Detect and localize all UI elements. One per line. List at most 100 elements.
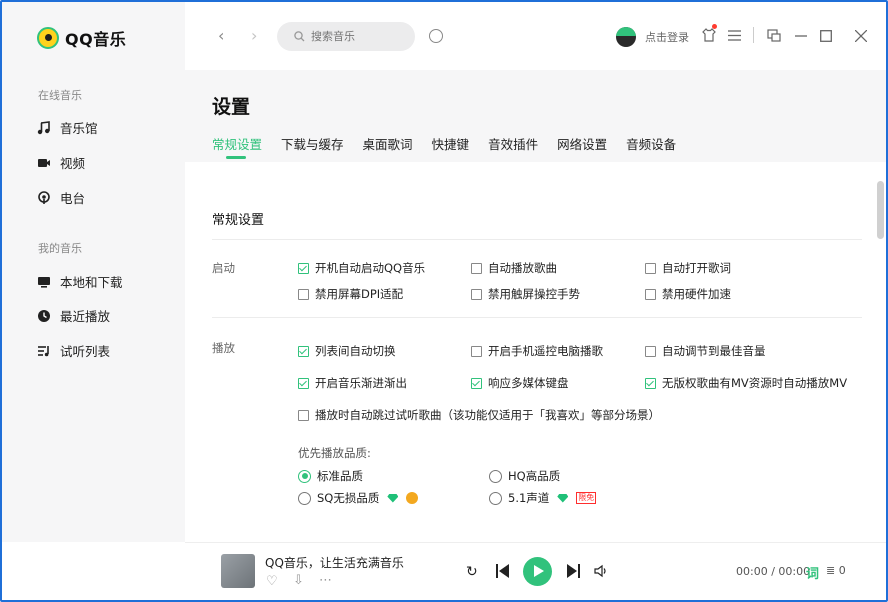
- clock-icon: [38, 309, 50, 322]
- option-auto-play[interactable]: 自动播放歌曲: [471, 260, 557, 276]
- heart-icon[interactable]: ♡: [266, 575, 278, 589]
- sidebar-item-local-download[interactable]: 本地和下载: [37, 272, 123, 291]
- option-label: 开启音乐渐进渐出: [315, 376, 407, 390]
- search-input[interactable]: [311, 30, 406, 43]
- play-queue-button[interactable]: ≣ 0: [826, 564, 846, 577]
- back-icon[interactable]: ‹: [218, 26, 224, 46]
- app-window: QQ音乐 在线音乐 音乐馆 视频 电台 我的音乐 本地和下载 最近播放 试听列表: [0, 0, 888, 602]
- quality-sq[interactable]: SQ无损品质: [298, 490, 419, 506]
- sidebar-item-recent-play[interactable]: 最近播放: [37, 306, 110, 325]
- sidebar-item-radio[interactable]: 电台: [37, 188, 85, 207]
- option-label: 列表间自动切换: [315, 344, 396, 358]
- checkbox[interactable]: [298, 345, 309, 357]
- checkbox[interactable]: [298, 262, 309, 274]
- option-media-keys[interactable]: 响应多媒体键盘: [471, 375, 569, 391]
- tab-shortcuts[interactable]: 快捷键: [432, 134, 470, 153]
- option-disable-hw-accel[interactable]: 禁用硬件加速: [645, 286, 731, 302]
- option-phone-remote[interactable]: 开启手机遥控电脑播歌: [471, 343, 603, 359]
- radio[interactable]: [489, 491, 502, 505]
- login-link[interactable]: 点击登录: [645, 29, 689, 45]
- checkbox[interactable]: [645, 345, 656, 357]
- option-fade[interactable]: 开启音乐渐进渐出: [298, 375, 407, 391]
- search-box[interactable]: [277, 22, 415, 51]
- sidebar-item-label: 电台: [60, 191, 86, 206]
- download-icon[interactable]: ⇩: [293, 574, 304, 588]
- option-list-auto-switch[interactable]: 列表间自动切换: [298, 343, 396, 359]
- radio[interactable]: [489, 469, 502, 483]
- quality-5-1[interactable]: 5.1声道 限免: [489, 490, 597, 506]
- play-button[interactable]: [523, 557, 552, 586]
- checkbox[interactable]: [471, 377, 482, 389]
- lyrics-button[interactable]: 词: [806, 563, 819, 582]
- sidebar-item-label: 本地和下载: [60, 275, 123, 290]
- queue-count: 0: [838, 564, 846, 577]
- sidebar-item-trial-list[interactable]: 试听列表: [37, 341, 110, 360]
- avatar[interactable]: [616, 27, 636, 47]
- section-divider: [212, 317, 862, 318]
- maximize-icon[interactable]: [820, 30, 832, 42]
- tab-download-cache[interactable]: 下载与缓存: [281, 134, 344, 153]
- playlist-icon: [38, 345, 49, 356]
- next-icon[interactable]: [567, 564, 580, 578]
- volume-icon[interactable]: [594, 564, 608, 578]
- search-icon: [294, 31, 305, 42]
- more-icon[interactable]: ⋯: [319, 574, 332, 588]
- option-label: 自动打开歌词: [662, 261, 731, 275]
- tab-sound-effects[interactable]: 音效插件: [488, 134, 538, 153]
- startup-label: 启动: [212, 261, 235, 275]
- settings-header: 设置 常规设置 下载与缓存 桌面歌词 快捷键 音效插件 网络设置 音频设备: [185, 70, 886, 162]
- option-disable-touch[interactable]: 禁用触屏操控手势: [471, 286, 580, 302]
- tab-network[interactable]: 网络设置: [557, 134, 607, 153]
- tab-audio-device[interactable]: 音频设备: [626, 134, 676, 153]
- notification-dot: [712, 24, 717, 29]
- checkbox[interactable]: [298, 377, 309, 389]
- option-label: 开启手机遥控电脑播歌: [488, 344, 603, 358]
- tab-desktop-lyrics[interactable]: 桌面歌词: [363, 134, 413, 153]
- option-label: 禁用屏幕DPI适配: [315, 287, 404, 301]
- forward-icon[interactable]: ›: [251, 26, 257, 46]
- checkbox[interactable]: [298, 409, 309, 421]
- previous-icon[interactable]: [496, 564, 509, 578]
- radio[interactable]: [298, 469, 311, 483]
- checkbox[interactable]: [471, 345, 482, 357]
- minimize-icon[interactable]: [795, 35, 807, 37]
- option-label: 禁用触屏操控手势: [488, 287, 580, 301]
- menu-icon[interactable]: [728, 30, 741, 41]
- tab-general[interactable]: 常规设置: [212, 134, 262, 159]
- scrollbar-thumb[interactable]: [877, 181, 884, 239]
- page-title: 设置: [212, 96, 251, 118]
- album-cover[interactable]: [221, 554, 255, 588]
- quality-standard[interactable]: 标准品质: [298, 468, 363, 484]
- mini-mode-icon[interactable]: [767, 29, 781, 42]
- checkbox[interactable]: [298, 288, 309, 300]
- mic-icon[interactable]: [429, 29, 443, 43]
- radio[interactable]: [298, 491, 311, 505]
- option-label: 自动播放歌曲: [488, 261, 557, 275]
- option-auto-lyrics[interactable]: 自动打开歌词: [645, 260, 731, 276]
- checkbox[interactable]: [645, 288, 656, 300]
- close-icon[interactable]: [855, 30, 867, 42]
- skin-icon[interactable]: [702, 28, 716, 42]
- checkbox[interactable]: [645, 377, 656, 389]
- option-skip-trial[interactable]: 播放时自动跳过试听歌曲（该功能仅适用于「我喜欢」等部分场景）: [298, 407, 660, 423]
- quality-hq[interactable]: HQ高品质: [489, 468, 560, 484]
- option-auto-volume[interactable]: 自动调节到最佳音量: [645, 343, 766, 359]
- sidebar-item-music-hall[interactable]: 音乐馆: [37, 118, 98, 137]
- vip-badge-icon: [406, 492, 419, 504]
- option-disable-dpi[interactable]: 禁用屏幕DPI适配: [298, 286, 403, 302]
- loop-icon[interactable]: ↻: [466, 564, 478, 580]
- green-diamond-icon: [557, 493, 569, 503]
- toolbar-divider: [753, 27, 754, 43]
- logo[interactable]: QQ音乐: [37, 26, 126, 50]
- checkbox[interactable]: [471, 288, 482, 300]
- sidebar: QQ音乐 在线音乐 音乐馆 视频 电台 我的音乐 本地和下载 最近播放 试听列表: [2, 2, 185, 542]
- section-divider: [212, 239, 862, 240]
- option-auto-mv[interactable]: 无版权歌曲有MV资源时自动播放MV: [645, 375, 847, 391]
- green-diamond-icon: [387, 493, 399, 503]
- option-label: SQ无损品质: [317, 491, 380, 505]
- sidebar-item-video[interactable]: 视频: [37, 153, 85, 172]
- checkbox[interactable]: [645, 262, 656, 274]
- limited-free-badge: 限免: [576, 492, 597, 504]
- option-auto-start[interactable]: 开机自动启动QQ音乐: [298, 260, 425, 276]
- checkbox[interactable]: [471, 262, 482, 274]
